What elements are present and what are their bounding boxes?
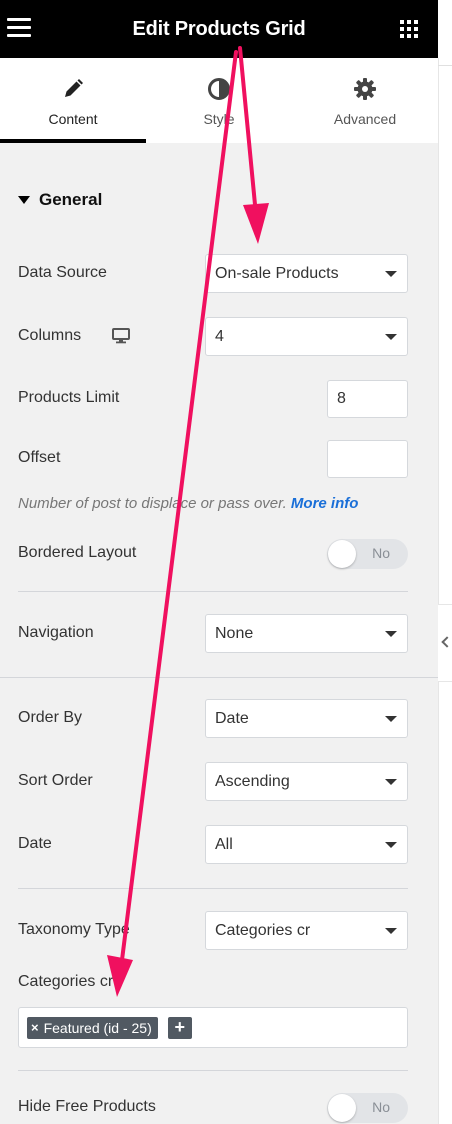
dropdown-arrow-icon [385,842,397,848]
panel-tabs: Content Style Advanced [0,58,438,143]
divider [18,1070,408,1071]
dropdown-arrow-icon [385,716,397,722]
taxonomy-type-select[interactable]: Categories cr [205,911,408,950]
navigation-select[interactable]: None [205,614,408,653]
offset-input[interactable] [327,440,408,478]
desktop-icon[interactable] [112,328,130,349]
products-limit-label: Products Limit [18,389,120,406]
category-chip-label: Featured (id - 25) [43,1019,152,1036]
hamburger-icon[interactable] [7,18,31,38]
add-category-button[interactable]: + [167,1016,192,1039]
category-chip[interactable]: × Featured (id - 25) [27,1016,158,1039]
pencil-icon [60,76,86,102]
offset-help-desc: Number of post to displace or pass over. [18,495,287,512]
tab-advanced[interactable]: Advanced [292,58,438,143]
data-source-select[interactable]: On-sale Products [205,254,408,293]
tab-style[interactable]: Style [146,58,292,143]
dropdown-arrow-icon [385,271,397,277]
editor-panel: Edit Products Grid Content Style Advance… [0,0,438,1124]
divider [18,888,408,889]
columns-label: Columns [18,327,82,344]
collapse-panel-button[interactable] [438,604,452,682]
navigation-value: None [215,624,254,642]
taxonomy-type-label: Taxonomy Type [18,921,130,938]
tab-content-label: Content [48,111,98,127]
data-source-value: On-sale Products [215,264,339,282]
toggle-knob [328,540,356,568]
order-by-select[interactable]: Date [205,699,408,738]
section-title: General [39,190,103,209]
toggle-state: No [372,1099,390,1115]
remove-chip-icon[interactable]: × [31,1020,39,1035]
order-by-label: Order By [18,709,83,726]
bordered-layout-toggle[interactable]: No [327,539,408,569]
gear-icon [352,76,378,102]
columns-select[interactable]: 4 [205,317,408,356]
sort-order-select[interactable]: Ascending [205,762,408,801]
tab-advanced-label: Advanced [333,111,397,127]
order-by-value: Date [215,709,249,727]
preview-edge [438,0,452,1124]
date-label: Date [18,835,52,852]
categories-label: Categories cr [18,973,114,990]
offset-label: Offset [18,449,61,466]
divider [18,591,408,592]
more-info-link[interactable]: More info [291,495,359,512]
dropdown-arrow-icon [385,779,397,785]
sort-order-value: Ascending [215,772,290,790]
panel-title: Edit Products Grid [132,17,306,40]
dropdown-arrow-icon [385,631,397,637]
dropdown-arrow-icon [385,334,397,340]
chevron-left-icon [441,636,452,648]
toggle-knob [328,1094,356,1122]
navigation-label: Navigation [18,624,94,641]
data-source-label: Data Source [18,264,107,281]
date-value: All [215,835,233,853]
grid-icon[interactable] [400,20,418,38]
categories-multiselect[interactable]: × Featured (id - 25) + [18,1007,408,1048]
date-select[interactable]: All [205,825,408,864]
panel-edge-line [438,65,452,66]
panel-edge-line [438,58,439,1124]
hide-free-products-label: Hide Free Products [18,1098,156,1115]
section-general-toggle[interactable]: General [18,190,102,210]
dropdown-arrow-icon [385,928,397,934]
tab-style-label: Style [203,111,235,127]
hide-free-products-toggle[interactable]: No [327,1093,408,1123]
products-limit-input[interactable]: 8 [327,380,408,418]
toggle-state: No [372,545,390,561]
tab-content[interactable]: Content [0,58,146,143]
taxonomy-type-value: Categories cr [215,921,311,939]
contrast-icon [206,76,232,102]
columns-value: 4 [215,327,224,345]
offset-help-text: Number of post to displace or pass over.… [18,495,358,512]
panel-header: Edit Products Grid [0,0,438,58]
section-divider [0,677,438,678]
bordered-layout-label: Bordered Layout [18,544,137,561]
caret-down-icon [18,196,30,204]
sort-order-label: Sort Order [18,772,93,789]
